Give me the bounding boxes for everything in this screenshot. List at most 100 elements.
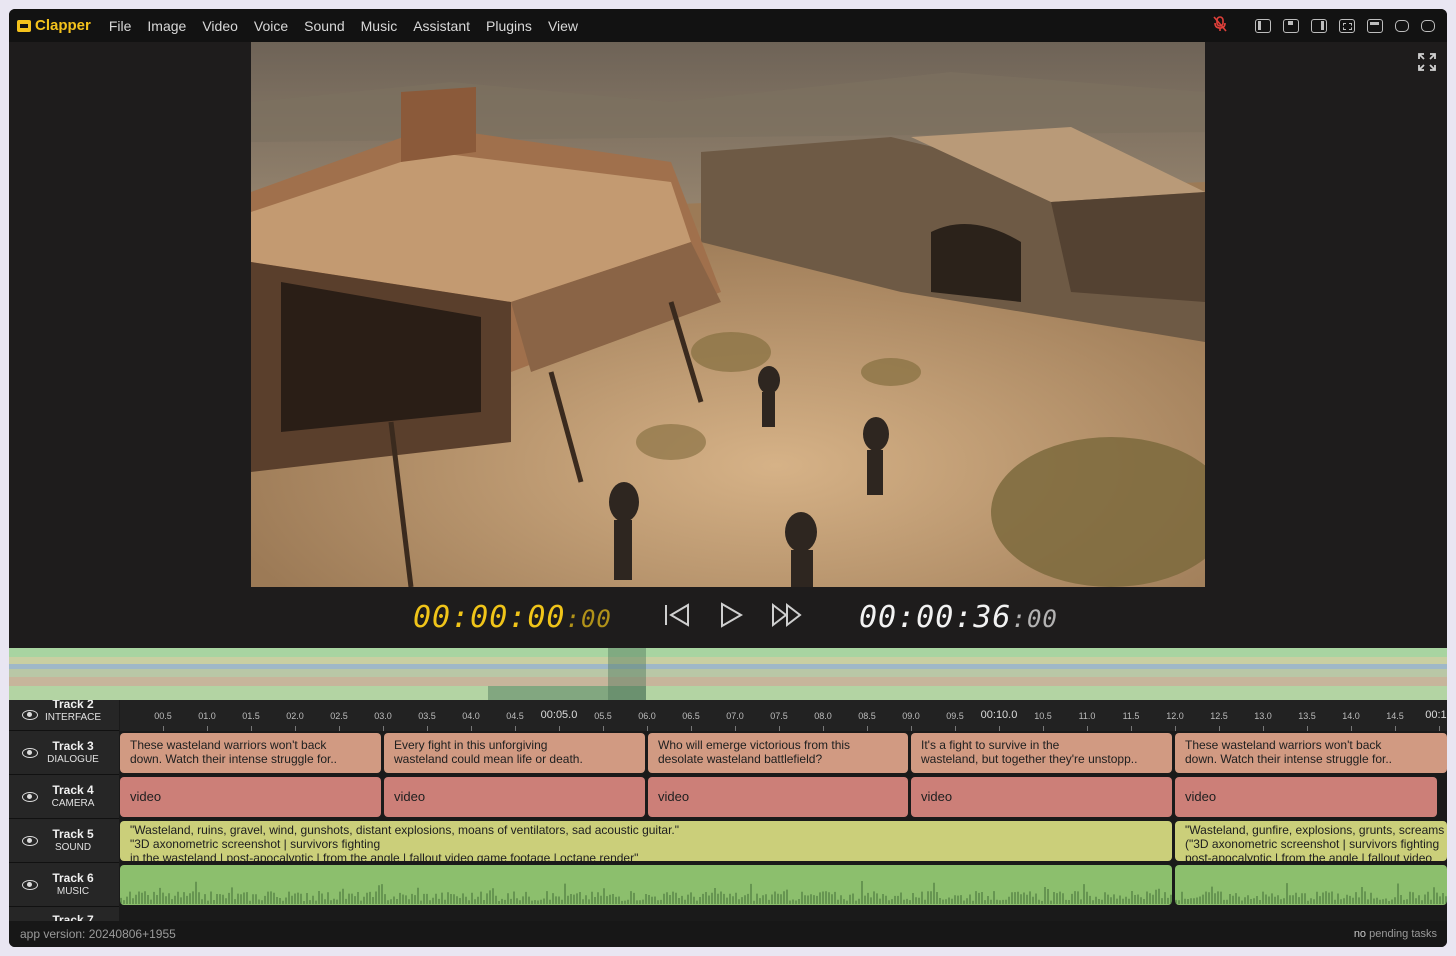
menu-sound[interactable]: Sound (296, 18, 352, 34)
ruler-tick (735, 726, 736, 731)
ruler-tick (163, 726, 164, 731)
ruler-tick-label: 05.5 (594, 711, 612, 721)
track-header: Track 2 INTERFACE (9, 700, 119, 731)
track-header: Track 4 CAMERA (9, 775, 119, 819)
dialogue-clip[interactable]: These wasteland warriors won't back down… (120, 733, 381, 773)
discord-icon[interactable] (1395, 19, 1409, 32)
menu-assistant[interactable]: Assistant (405, 18, 478, 34)
ruler-tick-label: 12.0 (1166, 711, 1184, 721)
mic-off-icon[interactable] (1213, 15, 1227, 36)
eye-icon[interactable] (22, 791, 38, 802)
expand-icon[interactable] (1417, 52, 1437, 72)
dialogue-clip[interactable]: It's a fight to survive in the wasteland… (911, 733, 1172, 773)
play-icon[interactable] (719, 602, 743, 634)
scene-image (251, 42, 1205, 587)
window-icon[interactable] (1367, 18, 1383, 33)
ruler-tick-label: 08.0 (814, 711, 832, 721)
track-label: Track 3 DIALOGUE (47, 739, 99, 765)
track-header: Track 7 (9, 907, 119, 921)
clapperboard-icon (17, 19, 31, 32)
ruler-tick-label: 00:10.0 (980, 709, 1018, 721)
video-viewer: 00:00:00:00 00:00:36:00 (9, 42, 1447, 648)
app-logo[interactable]: Clapper (17, 17, 91, 34)
track-label: Track 6 MUSIC (52, 871, 94, 897)
eye-icon[interactable] (22, 710, 38, 720)
camera-clip[interactable]: video (648, 777, 908, 817)
ruler-tick-label: 14.5 (1386, 711, 1404, 721)
status-bar: app version: 20240806+1955 no pending ta… (9, 921, 1447, 947)
waveform (1175, 883, 1447, 904)
ruler-tick-label: 04.5 (506, 711, 524, 721)
timeline-minimap[interactable] (9, 648, 1447, 700)
ruler-tick-label: 03.5 (418, 711, 436, 721)
ruler-tick (1043, 726, 1044, 731)
fast-forward-icon[interactable] (771, 602, 803, 634)
sound-clip[interactable]: "Wasteland, ruins, gravel, wind, gunshot… (120, 821, 1172, 861)
skip-to-start-icon[interactable] (663, 602, 691, 634)
waveform (120, 881, 1172, 904)
dialogue-clip[interactable]: These wasteland warriors won't back down… (1175, 733, 1447, 773)
ruler-tick (999, 726, 1000, 731)
menu-file[interactable]: File (101, 18, 140, 34)
eye-icon[interactable] (22, 835, 38, 846)
ruler-tick (911, 726, 912, 731)
menu-voice[interactable]: Voice (246, 18, 296, 34)
sound-clip[interactable]: "Wasteland, gunfire, explosions, grunts,… (1175, 821, 1447, 861)
ruler-tick-label: 11.5 (1122, 711, 1140, 721)
ruler-tick-label: 10.5 (1034, 711, 1052, 721)
menubar: Clapper File Image Video Voice Sound Mus… (9, 9, 1447, 42)
github-icon[interactable] (1421, 19, 1435, 32)
transport-controls (649, 602, 817, 634)
time-ruler[interactable]: 00.5 01.0 01.5 02.0 02.5 03.0 03.5 04.0 04.5 00:0… (120, 700, 1447, 731)
ruler-tick-label: 04.0 (462, 711, 480, 721)
video-preview[interactable] (251, 42, 1205, 587)
ruler-tick (471, 726, 472, 731)
eye-icon[interactable] (22, 747, 38, 758)
ruler-tick-label: 00:15 (1425, 709, 1447, 721)
camera-clip[interactable]: video (911, 777, 1172, 817)
minimap-viewport[interactable] (608, 648, 646, 700)
track-header: Track 5 SOUND (9, 819, 119, 863)
minimap-band (9, 686, 1447, 700)
ruler-tick (1351, 726, 1352, 731)
player-controls: 00:00:00:00 00:00:36:00 (9, 587, 1447, 648)
track-label: Track 7 (52, 913, 94, 921)
ruler-tick (1131, 726, 1132, 731)
ruler-tick-label: 12.5 (1210, 711, 1228, 721)
ruler-tick-label: 00.5 (154, 711, 172, 721)
music-clip[interactable] (1175, 865, 1447, 905)
track-header: Track 6 MUSIC (9, 863, 119, 907)
dialogue-clip[interactable]: Who will emerge victorious from this des… (648, 733, 908, 773)
ruler-tick (1307, 726, 1308, 731)
camera-clip[interactable]: video (120, 777, 381, 817)
layout-top-icon[interactable] (1283, 18, 1299, 33)
ruler-tick (603, 726, 604, 731)
music-clip[interactable] (120, 865, 1172, 905)
camera-clip[interactable]: video (384, 777, 645, 817)
toolbar-icons (1213, 9, 1441, 42)
ruler-tick (823, 726, 824, 731)
ruler-tick-label: 00:05.0 (540, 709, 578, 721)
eye-icon[interactable] (22, 879, 38, 890)
menu-music[interactable]: Music (353, 18, 406, 34)
ruler-tick (691, 726, 692, 731)
menu-view[interactable]: View (540, 18, 586, 34)
layout-left-icon[interactable] (1255, 18, 1271, 33)
ruler-tick (1263, 726, 1264, 731)
app-version: app version: 20240806+1955 (20, 927, 176, 941)
track-label: Track 2 INTERFACE (44, 700, 102, 723)
ruler-tick (1219, 726, 1220, 731)
ruler-tick (383, 726, 384, 731)
ruler-tick-label: 11.0 (1078, 711, 1096, 721)
camera-clip[interactable]: video (1175, 777, 1437, 817)
timeline: 00.5 01.0 01.5 02.0 02.5 03.0 03.5 04.0 04.5 00:0… (9, 700, 1447, 921)
menu-plugins[interactable]: Plugins (478, 18, 540, 34)
menu-image[interactable]: Image (139, 18, 194, 34)
dialogue-clip[interactable]: Every fight in this unforgiving wastelan… (384, 733, 645, 773)
fullscreen-icon[interactable] (1339, 18, 1355, 33)
menu-video[interactable]: Video (194, 18, 246, 34)
layout-right-icon[interactable] (1311, 18, 1327, 33)
ruler-tick-label: 13.5 (1298, 711, 1316, 721)
ruler-tick-label: 01.0 (198, 711, 216, 721)
ruler-tick-label: 07.5 (770, 711, 788, 721)
